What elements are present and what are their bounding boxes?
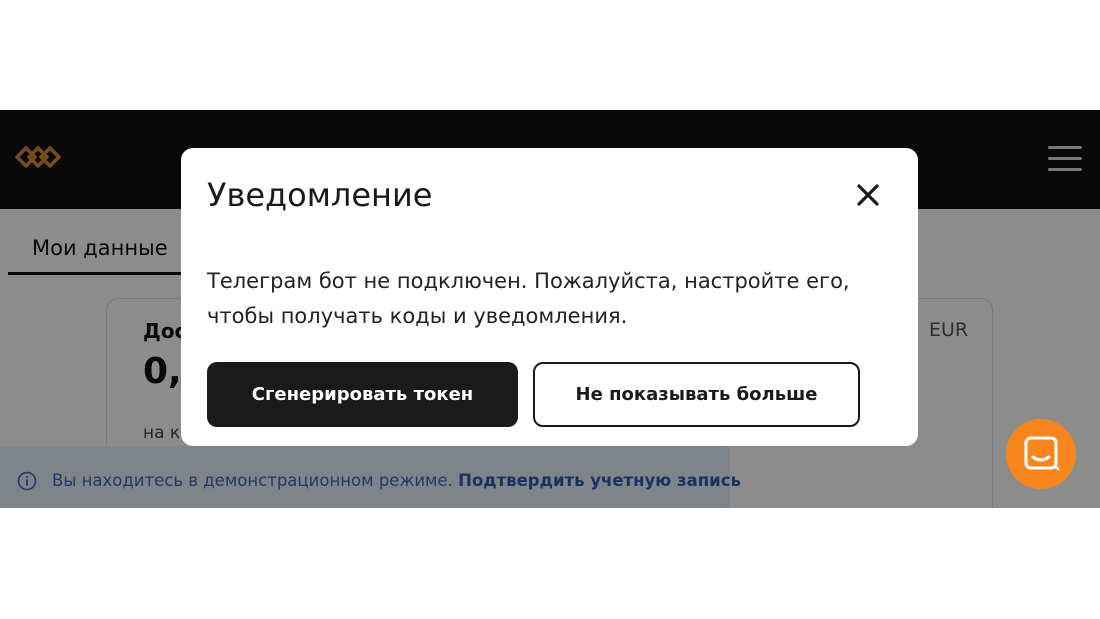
chat-icon xyxy=(1024,436,1060,471)
dialog-message: Телеграм бот не подключен. Пожалуйста, н… xyxy=(207,264,897,334)
page: Мои данные Дос 0, на к EUR Вы находитесь… xyxy=(0,0,1100,619)
generate-token-button[interactable]: Сгенерировать токен xyxy=(207,362,518,427)
dialog-message-line-2: чтобы получать коды и уведомления. xyxy=(207,304,628,328)
chat-button[interactable] xyxy=(1006,419,1076,489)
dialog-title: Уведомление xyxy=(207,176,433,214)
dialog-message-line-1: Телеграм бот не подключен. Пожалуйста, н… xyxy=(207,269,850,293)
dont-show-again-button[interactable]: Не показывать больше xyxy=(533,362,860,427)
notification-dialog: Уведомление Телеграм бот не подключен. П… xyxy=(181,148,918,446)
close-icon[interactable] xyxy=(855,182,881,208)
